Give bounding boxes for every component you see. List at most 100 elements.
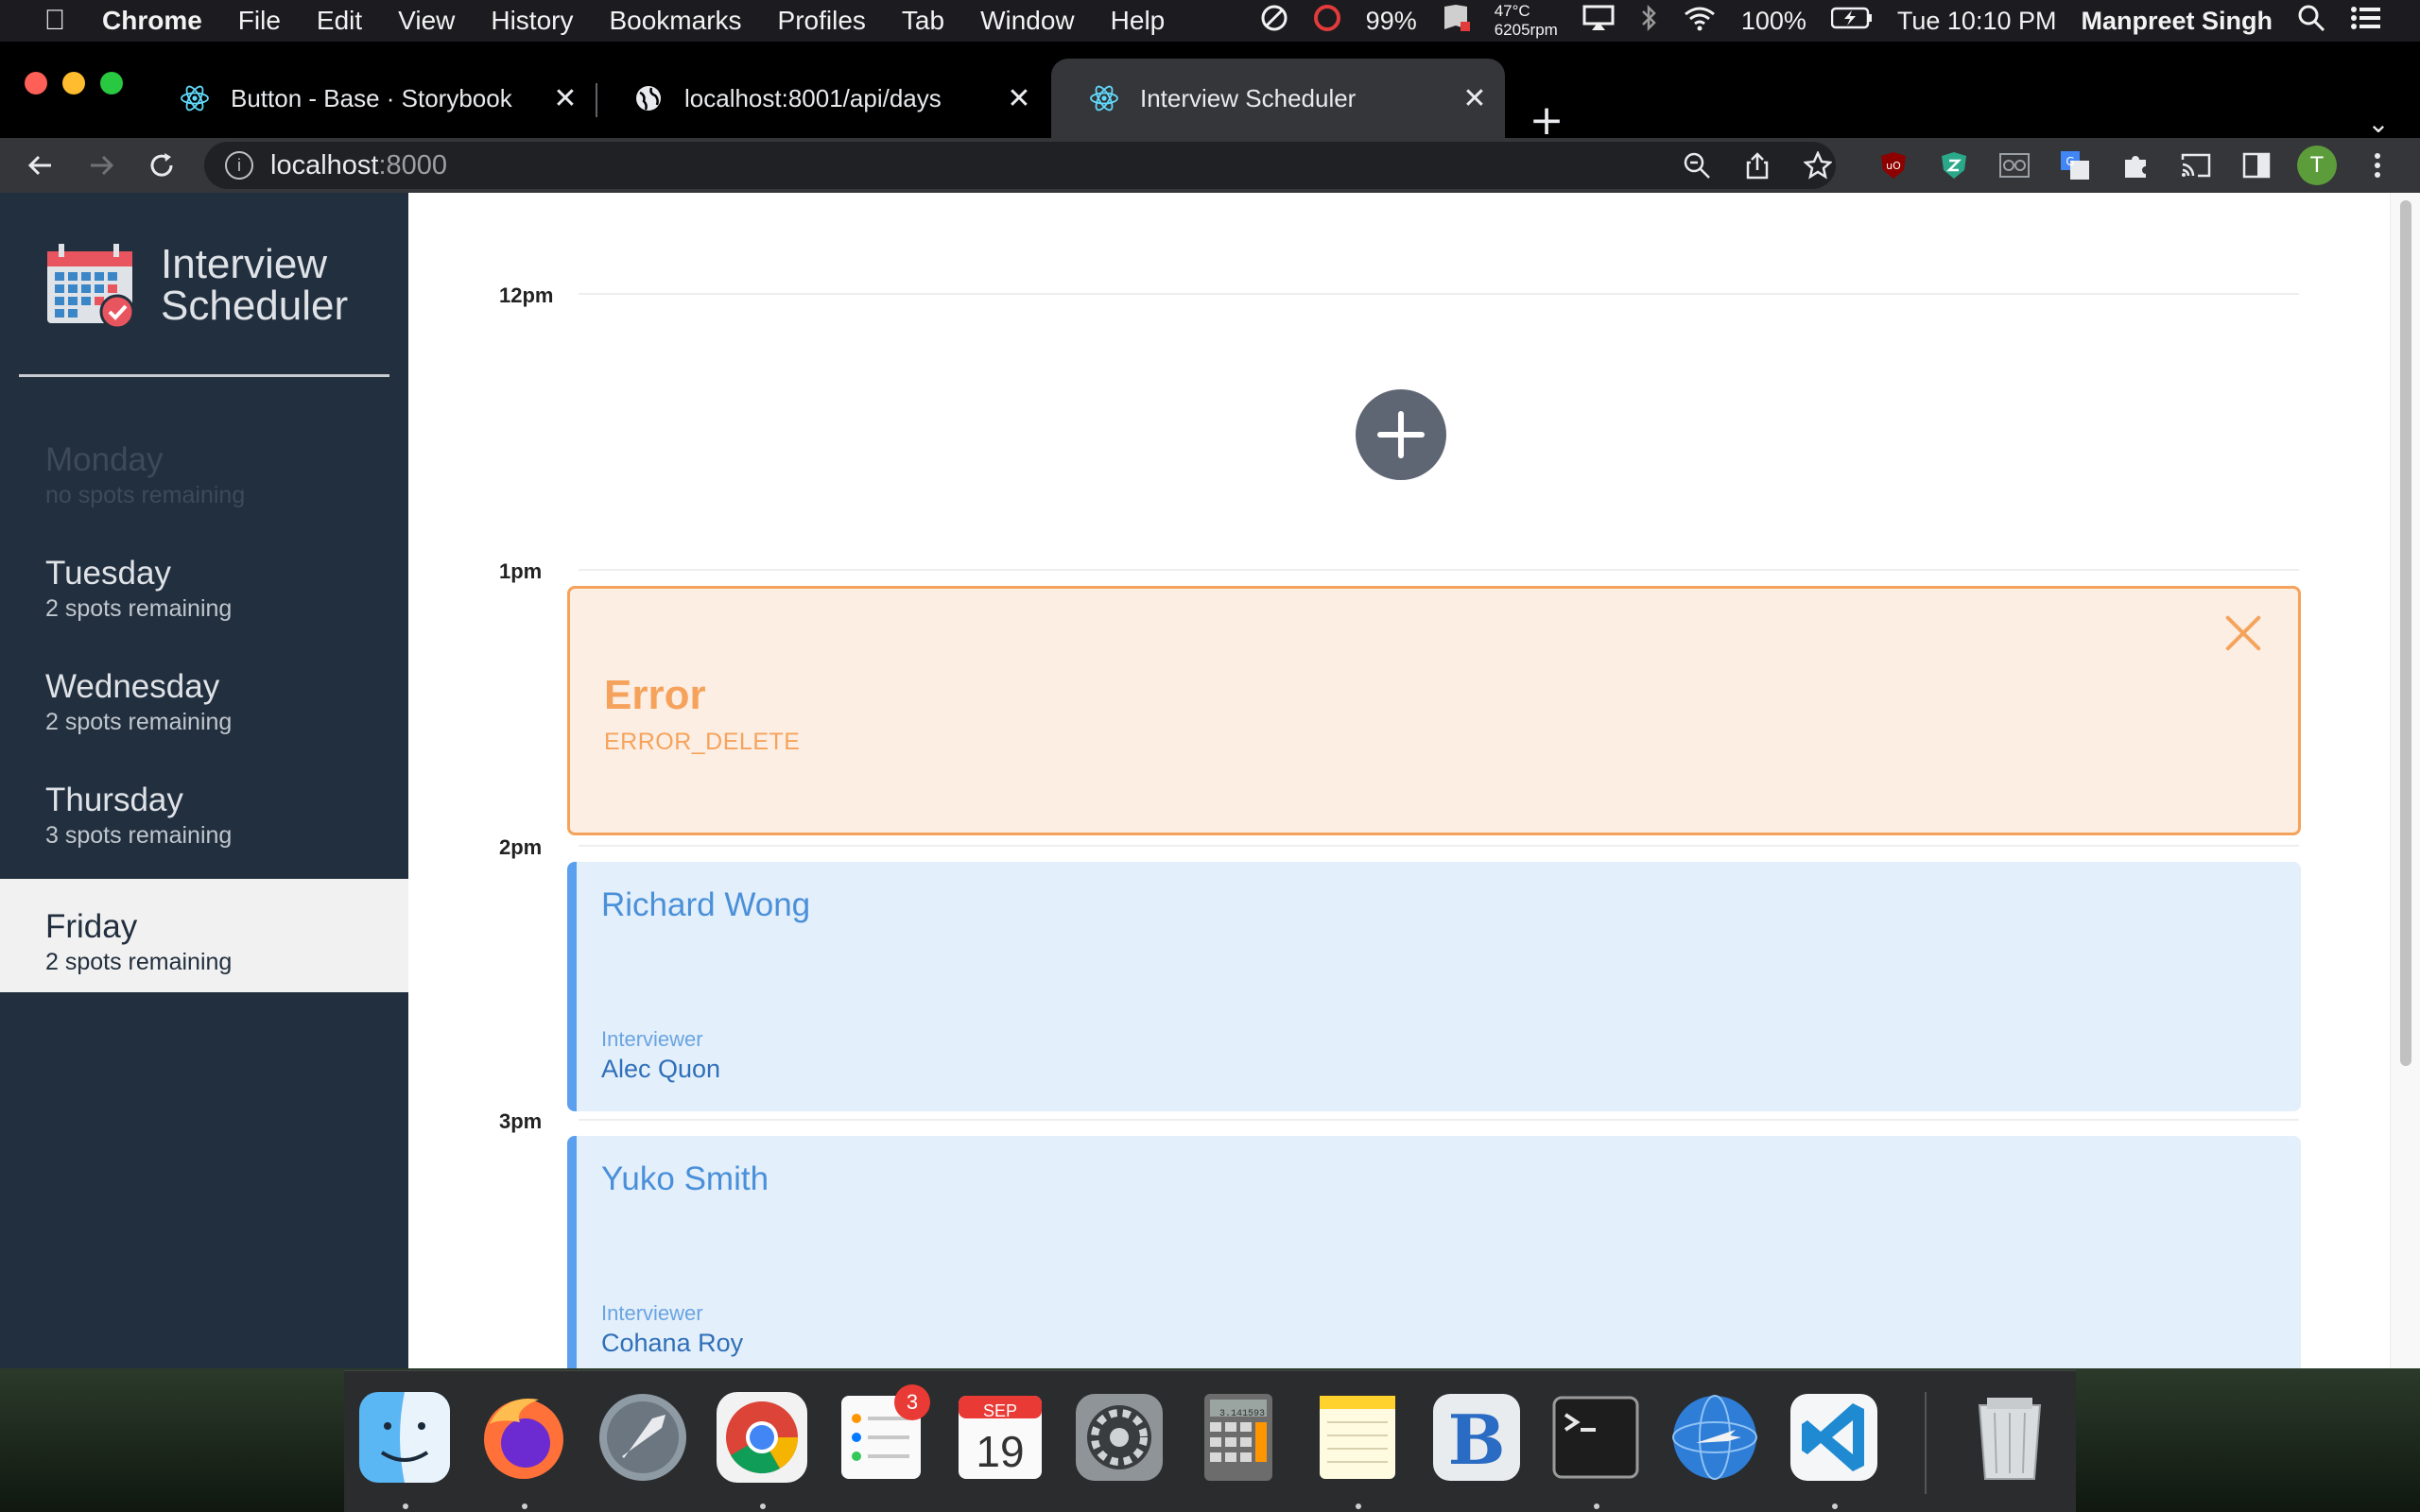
bbedit-icon[interactable]: B [1427, 1388, 1526, 1486]
hour-divider [579, 569, 2299, 571]
reload-button[interactable] [138, 138, 185, 193]
shield-badge-icon[interactable] [1442, 3, 1470, 40]
day-spots: 2 spots remaining [45, 949, 233, 975]
tab-interview-scheduler[interactable]: Interview Scheduler ✕ [1051, 59, 1505, 138]
page-scrollbar[interactable] [2390, 193, 2420, 1368]
add-appointment-button[interactable] [1356, 389, 1446, 480]
day-item-monday[interactable]: Monday no spots remaining [0, 412, 408, 525]
globe-icon [633, 83, 664, 113]
firefox-icon[interactable] [475, 1388, 573, 1486]
zoom-icon[interactable] [1673, 142, 1720, 189]
terminal-icon[interactable] [1547, 1388, 1645, 1486]
clock[interactable]: Tue 10:10 PM [1897, 7, 2057, 36]
day-spots: 2 spots remaining [45, 595, 233, 622]
day-item-wednesday[interactable]: Wednesday 2 spots remaining [0, 639, 408, 752]
bluetooth-icon[interactable] [1639, 4, 1658, 39]
menu-view[interactable]: View [398, 6, 455, 36]
menu-bookmarks[interactable]: Bookmarks [609, 6, 741, 36]
chrome-icon[interactable] [713, 1388, 811, 1486]
student-name: Yuko Smith [601, 1160, 769, 1197]
menu-window[interactable]: Window [980, 6, 1075, 36]
menu-history[interactable]: History [491, 6, 573, 36]
extensions-puzzle-icon[interactable] [2112, 142, 2159, 189]
day-item-tuesday[interactable]: Tuesday 2 spots remaining [0, 525, 408, 639]
tab-close-icon[interactable]: ✕ [1000, 82, 1038, 115]
notes-icon[interactable] [1308, 1388, 1407, 1486]
reminders-icon[interactable]: 3 [832, 1384, 930, 1486]
control-center-icon[interactable] [2350, 6, 2382, 37]
launchpad-icon[interactable] [594, 1388, 692, 1486]
apple-icon[interactable]:  [36, 5, 74, 37]
hour-divider [579, 845, 2299, 847]
address-bar[interactable]: i localhost:8000 [204, 142, 1836, 189]
day-item-thursday[interactable]: Thursday 3 spots remaining [0, 752, 408, 866]
side-panel-icon[interactable] [2233, 142, 2280, 189]
tab-close-icon[interactable]: ✕ [1456, 82, 1494, 115]
hour-label: 2pm [499, 835, 543, 859]
menu-extras: 99% 47°C 6205rpm 100% Tue 10:10 PM Manpr… [1260, 0, 2420, 42]
google-translate-icon[interactable]: G [2051, 142, 2099, 189]
running-indicator [1594, 1503, 1599, 1509]
hour-label: 12pm [499, 284, 554, 307]
schedule: 12pm 1pm Error ERROR_DELETE 2pm Richard … [408, 193, 2390, 1368]
reader-extension-icon[interactable] [1991, 142, 2038, 189]
calculator-icon[interactable]: 3.141593 [1189, 1388, 1288, 1486]
appointment-card[interactable]: Yuko Smith Interviewer Cohana Roy [567, 1136, 2301, 1368]
airplay-icon[interactable] [1582, 5, 1615, 38]
privacy-shield-icon[interactable] [1930, 142, 1978, 189]
cpu-usage: 99% [1365, 6, 1417, 35]
wifi-icon[interactable] [1683, 5, 1717, 38]
tab-api-days[interactable]: localhost:8001/api/days ✕ [596, 59, 1049, 138]
ublock-origin-icon[interactable]: uO [1870, 142, 1917, 189]
window-close-button[interactable] [25, 72, 47, 94]
vscode-icon[interactable] [1785, 1388, 1883, 1486]
appointment-card[interactable]: Richard Wong Interviewer Alec Quon [567, 862, 2301, 1111]
menu-edit[interactable]: Edit [317, 6, 362, 36]
scrollbar-thumb[interactable] [2400, 200, 2411, 1066]
back-button[interactable] [17, 138, 64, 193]
network-icon[interactable] [1666, 1388, 1764, 1486]
menu-profiles[interactable]: Profiles [778, 6, 866, 36]
address-host: localhost [270, 149, 379, 180]
running-indicator [1356, 1503, 1361, 1509]
menu-app-chrome[interactable]: Chrome [102, 6, 202, 36]
cast-icon[interactable] [2172, 142, 2220, 189]
temperature-readout[interactable]: 47°C 6205rpm [1495, 2, 1558, 40]
spotlight-search-icon[interactable] [2297, 4, 2325, 39]
menu-help[interactable]: Help [1111, 6, 1166, 36]
window-minimize-button[interactable] [62, 72, 85, 94]
forward-arrow-icon [91, 155, 114, 176]
hour-label: 1pm [499, 559, 543, 583]
appointment-accent-bar [567, 862, 577, 1111]
close-icon[interactable] [2221, 610, 2266, 655]
window-zoom-button[interactable] [100, 72, 123, 94]
bookmark-star-icon[interactable] [1794, 142, 1841, 189]
focus-icon[interactable] [1260, 4, 1288, 39]
dock-divider [1925, 1392, 1927, 1494]
menu-tab[interactable]: Tab [902, 6, 944, 36]
forward-button[interactable] [78, 138, 125, 193]
site-info-icon[interactable]: i [225, 151, 253, 180]
finder-icon[interactable] [355, 1388, 454, 1486]
day-item-friday[interactable]: Friday 2 spots remaining [0, 879, 408, 992]
macos-dock: 3 SEP 19 3.141593 B [344, 1370, 2076, 1512]
app-logo: Interview Scheduler [45, 242, 348, 329]
react-icon [1089, 83, 1119, 113]
trash-icon[interactable] [1961, 1388, 2059, 1486]
profile-avatar[interactable]: T [2293, 142, 2341, 189]
menu-file[interactable]: File [238, 6, 281, 36]
error-message: ERROR_DELETE [604, 729, 801, 755]
battery-icon[interactable] [1830, 7, 1873, 36]
app-title: Interview Scheduler [161, 244, 348, 327]
tab-close-icon[interactable]: ✕ [546, 82, 584, 115]
tab-label: localhost:8001/api/days [684, 83, 942, 112]
cpu-ring-icon[interactable] [1313, 4, 1341, 39]
system-preferences-icon[interactable] [1070, 1388, 1168, 1486]
calendar-icon[interactable]: SEP 19 [951, 1388, 1049, 1486]
address-port: :8000 [378, 149, 448, 180]
user-name[interactable]: Manpreet Singh [2081, 7, 2273, 36]
chrome-menu-icon[interactable] [2354, 142, 2401, 189]
student-name: Richard Wong [601, 886, 811, 923]
share-icon[interactable] [1734, 142, 1781, 189]
tab-storybook[interactable]: Button - Base · Storybook ✕ [142, 59, 596, 138]
